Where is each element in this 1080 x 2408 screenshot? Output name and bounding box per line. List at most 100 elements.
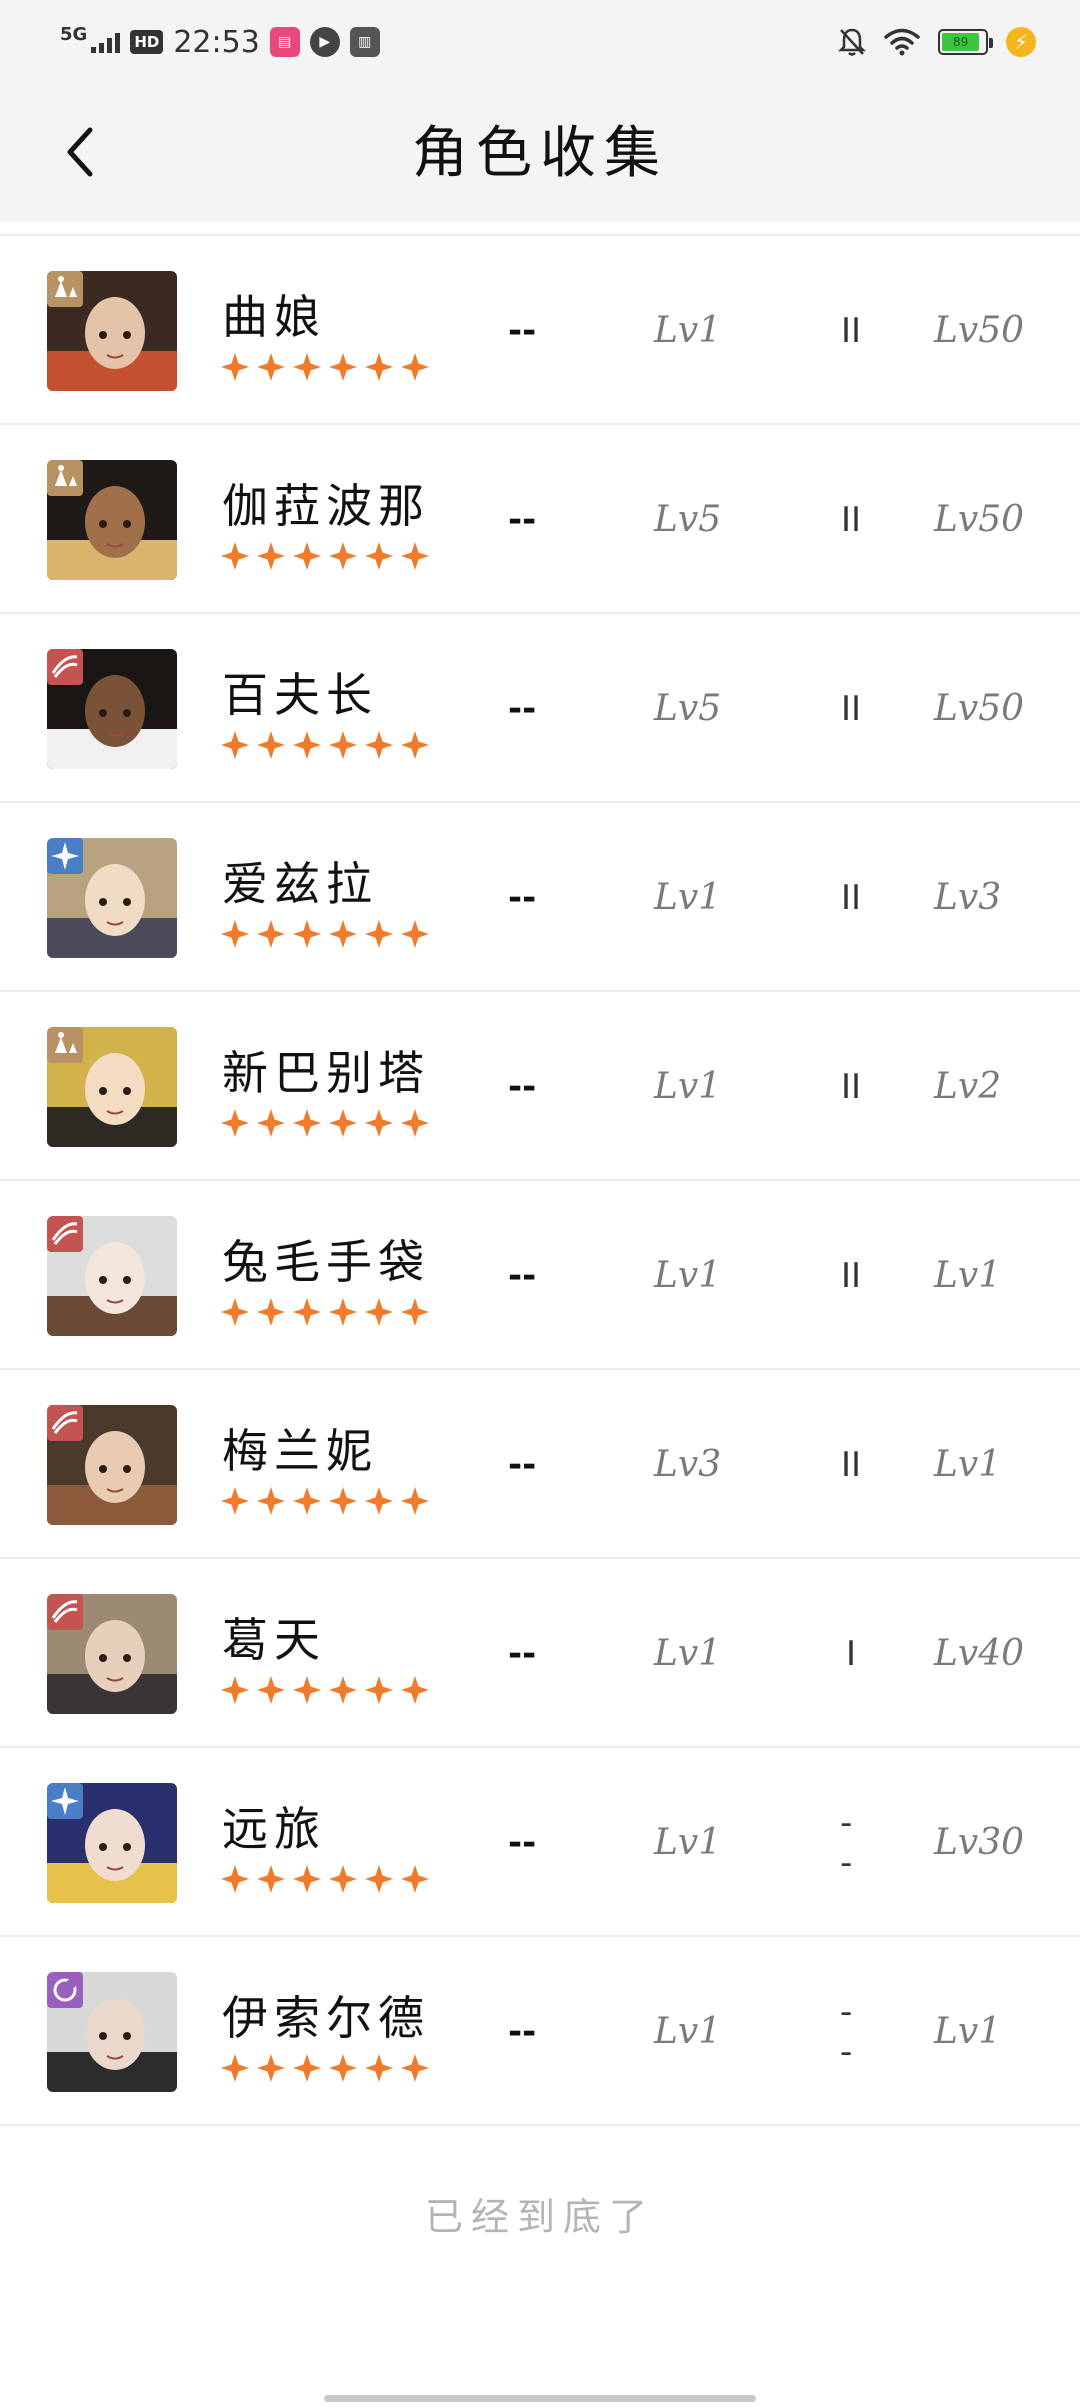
star-icon	[257, 920, 285, 948]
class-warrior-icon	[47, 649, 83, 685]
star-icon	[257, 1109, 285, 1137]
character-row[interactable]: 葛天 -- Lv1 I Lv40	[0, 1559, 1080, 1748]
bilibili-icon: ▤	[269, 27, 300, 57]
star-icon	[329, 920, 357, 948]
status-bar: 5G HD 22:53 ▤ ▶ ▥ 89 ⚡	[0, 0, 1080, 80]
character-level: Lv1	[654, 877, 722, 918]
character-portrait	[47, 1783, 177, 1903]
character-portrait	[47, 1594, 177, 1714]
character-row[interactable]: 伊索尔德 -- Lv1 -- Lv1	[0, 1937, 1080, 2126]
star-icon	[293, 542, 321, 570]
character-row[interactable]: 远旅 -- Lv1 -- Lv30	[0, 1748, 1080, 1937]
star-icon	[401, 1109, 429, 1137]
bell-off-icon	[838, 28, 866, 56]
character-row[interactable]: 新巴别塔 -- Lv1 II Lv2	[0, 992, 1080, 1181]
star-icon	[329, 353, 357, 381]
star-icon	[293, 920, 321, 948]
battery-level: 89	[942, 33, 980, 51]
character-row[interactable]: 梅兰妮 -- Lv3 II Lv1	[0, 1370, 1080, 1559]
character-name: 伊索尔德	[222, 1991, 430, 2045]
character-level: Lv5	[654, 499, 722, 540]
character-insight: --	[840, 1991, 853, 2072]
star-icon	[329, 1676, 357, 1704]
class-warrior-icon	[47, 1405, 83, 1441]
character-level: Lv1	[654, 1255, 722, 1296]
end-of-list-text: 已经到底了	[424, 2195, 655, 2239]
character-level: Lv1	[654, 2011, 722, 2052]
star-icon	[401, 731, 429, 759]
rarity-stars	[220, 1486, 430, 1516]
star-icon	[257, 353, 285, 381]
class-astral-icon	[47, 838, 83, 874]
star-icon	[401, 1298, 429, 1326]
character-portrait	[47, 460, 177, 580]
character-level: Lv1	[654, 1066, 722, 1107]
star-icon	[221, 1865, 249, 1893]
status-time: 22:53	[173, 24, 260, 60]
star-icon	[401, 1865, 429, 1893]
star-icon	[401, 2054, 429, 2082]
character-secondary-level: Lv50	[934, 310, 1025, 351]
star-icon	[401, 920, 429, 948]
header: 角色收集	[0, 80, 1080, 222]
character-insight: II	[840, 1066, 862, 1107]
character-portrait	[47, 1405, 177, 1525]
star-icon	[293, 731, 321, 759]
character-name: 兔毛手袋	[222, 1235, 430, 1289]
character-name: 梅兰妮	[222, 1424, 378, 1478]
character-insight: II	[840, 688, 862, 729]
star-icon	[365, 1109, 393, 1137]
character-status: --	[508, 877, 537, 918]
character-level: Lv1	[654, 1633, 722, 1674]
character-row[interactable]: 百夫长 -- Lv5 II Lv50	[0, 614, 1080, 803]
character-secondary-level: Lv40	[934, 1633, 1025, 1674]
star-icon	[257, 731, 285, 759]
class-warrior-icon	[47, 1216, 83, 1252]
character-secondary-level: Lv3	[934, 877, 1002, 918]
rarity-stars	[220, 919, 430, 949]
network-type: 5G	[60, 23, 88, 45]
character-insight: II	[840, 1444, 862, 1485]
star-icon	[365, 1865, 393, 1893]
star-icon	[293, 1487, 321, 1515]
character-name: 新巴别塔	[222, 1046, 430, 1100]
character-row[interactable]: 爱兹拉 -- Lv1 II Lv3	[0, 803, 1080, 992]
class-dominance-icon	[47, 1027, 83, 1063]
rarity-stars	[220, 2053, 430, 2083]
star-icon	[365, 542, 393, 570]
character-secondary-level: Lv2	[934, 1066, 1002, 1107]
character-list: 曲娘 -- Lv1 II Lv50 伽菈波那 -- Lv5 II Lv50 百夫长 -- Lv5 II Lv…	[0, 234, 1080, 2126]
star-icon	[257, 1298, 285, 1326]
rarity-stars	[220, 1864, 430, 1894]
character-level: Lv3	[654, 1444, 722, 1485]
character-secondary-level: Lv50	[934, 688, 1025, 729]
character-status: --	[508, 1066, 537, 1107]
class-warrior-icon	[47, 1594, 83, 1630]
star-icon	[293, 2054, 321, 2082]
character-secondary-level: Lv1	[934, 2011, 1002, 2052]
character-status: --	[508, 1255, 537, 1296]
star-icon	[365, 731, 393, 759]
character-row[interactable]: 兔毛手袋 -- Lv1 II Lv1	[0, 1181, 1080, 1370]
star-icon	[257, 2054, 285, 2082]
star-icon	[365, 2054, 393, 2082]
character-row[interactable]: 曲娘 -- Lv1 II Lv50	[0, 236, 1080, 425]
star-icon	[257, 1487, 285, 1515]
star-icon	[221, 1109, 249, 1137]
star-icon	[365, 353, 393, 381]
character-row[interactable]: 伽菈波那 -- Lv5 II Lv50	[0, 425, 1080, 614]
character-status: --	[508, 1444, 537, 1485]
star-icon	[293, 1865, 321, 1893]
star-icon	[293, 1298, 321, 1326]
hd-icon: HD	[130, 30, 164, 54]
rarity-stars	[220, 1297, 430, 1327]
star-icon	[401, 1676, 429, 1704]
character-name: 远旅	[222, 1802, 326, 1856]
home-indicator[interactable]	[324, 2395, 756, 2402]
star-icon	[329, 1109, 357, 1137]
character-portrait	[47, 1972, 177, 2092]
status-right: 89 ⚡	[838, 22, 1036, 62]
star-icon	[401, 1487, 429, 1515]
rarity-stars	[220, 352, 430, 382]
character-level: Lv5	[654, 688, 722, 729]
